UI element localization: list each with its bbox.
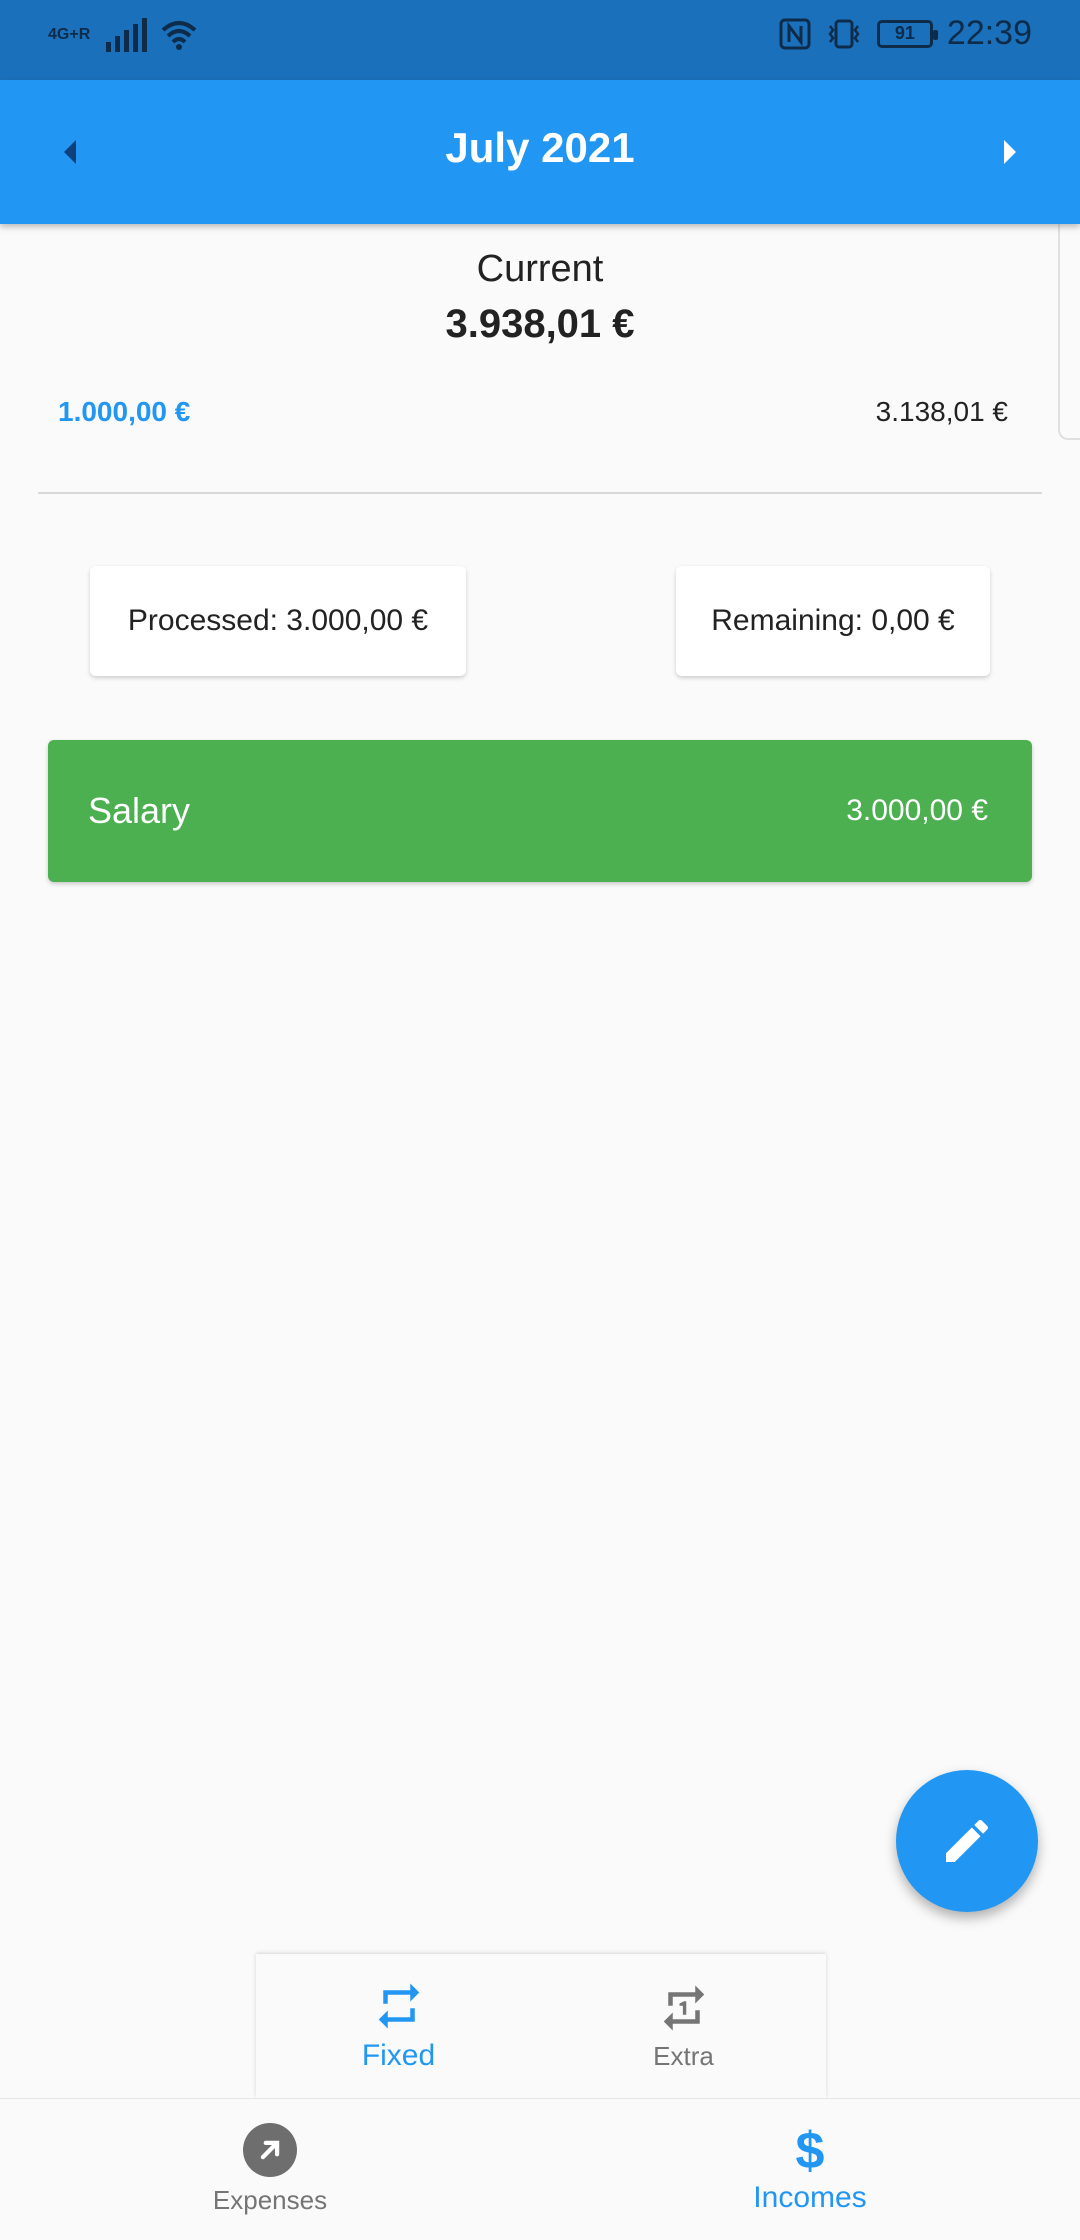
status-bar: 4G+R 91 22:39	[0, 0, 1080, 80]
pencil-icon	[946, 1819, 989, 1862]
dollar-icon: $	[795, 2121, 825, 2180]
battery-icon: 91	[876, 19, 938, 48]
nav-incomes-label: Incomes	[753, 2180, 867, 2214]
income-entry-salary[interactable]: Salary 3.000,00 €	[48, 740, 1032, 882]
repeat-one-icon	[663, 1985, 704, 2030]
processed-card: Processed: 3.000,00 €	[90, 566, 466, 676]
tab-fixed[interactable]: Fixed	[256, 1954, 541, 2098]
next-month-button[interactable]	[980, 122, 1040, 182]
status-left: 4G+R	[48, 18, 197, 52]
bottom-navigation: Expenses $ Incomes	[0, 2098, 1080, 2240]
tab-extra[interactable]: Extra	[541, 1954, 826, 2098]
wifi-icon	[161, 21, 197, 50]
signal-icon	[106, 18, 148, 52]
sub-tab-bar: Fixed Extra	[256, 1954, 826, 2098]
current-amount: 3.938,01 €	[445, 302, 635, 346]
secondary-amount-right: 3.138,01 €	[875, 396, 1008, 427]
nav-item-incomes[interactable]: $ Incomes	[540, 2099, 1080, 2240]
remaining-label: Remaining: 0,00 €	[711, 604, 955, 637]
current-label: Current	[476, 248, 604, 290]
repeat-icon	[378, 1983, 419, 2029]
secondary-amount-left: 1.000,00 €	[58, 396, 191, 427]
arrow-up-right-icon	[243, 2123, 297, 2177]
nfc-icon	[779, 18, 811, 49]
battery-level: 91	[894, 23, 915, 43]
status-right: 91 22:39	[779, 14, 1032, 53]
entry-amount: 3.000,00 €	[846, 794, 988, 827]
page-title: July 2021	[445, 124, 635, 171]
tab-extra-label: Extra	[653, 2040, 714, 2071]
network-type: 4G+R	[48, 26, 91, 43]
tab-fixed-label: Fixed	[361, 2039, 436, 2072]
divider	[38, 492, 1042, 494]
edit-fab-button[interactable]	[896, 1770, 1038, 1912]
clock: 22:39	[946, 14, 1032, 52]
remaining-card: Remaining: 0,00 €	[676, 566, 990, 676]
entry-name: Salary	[88, 790, 191, 831]
app-bar: July 2021	[0, 80, 1080, 224]
arrow-right-icon	[1004, 140, 1016, 164]
vibrate-icon	[828, 19, 860, 48]
nav-item-expenses[interactable]: Expenses	[0, 2099, 540, 2240]
processed-label: Processed: 3.000,00 €	[127, 604, 429, 637]
nav-expenses-label: Expenses	[212, 2185, 328, 2215]
